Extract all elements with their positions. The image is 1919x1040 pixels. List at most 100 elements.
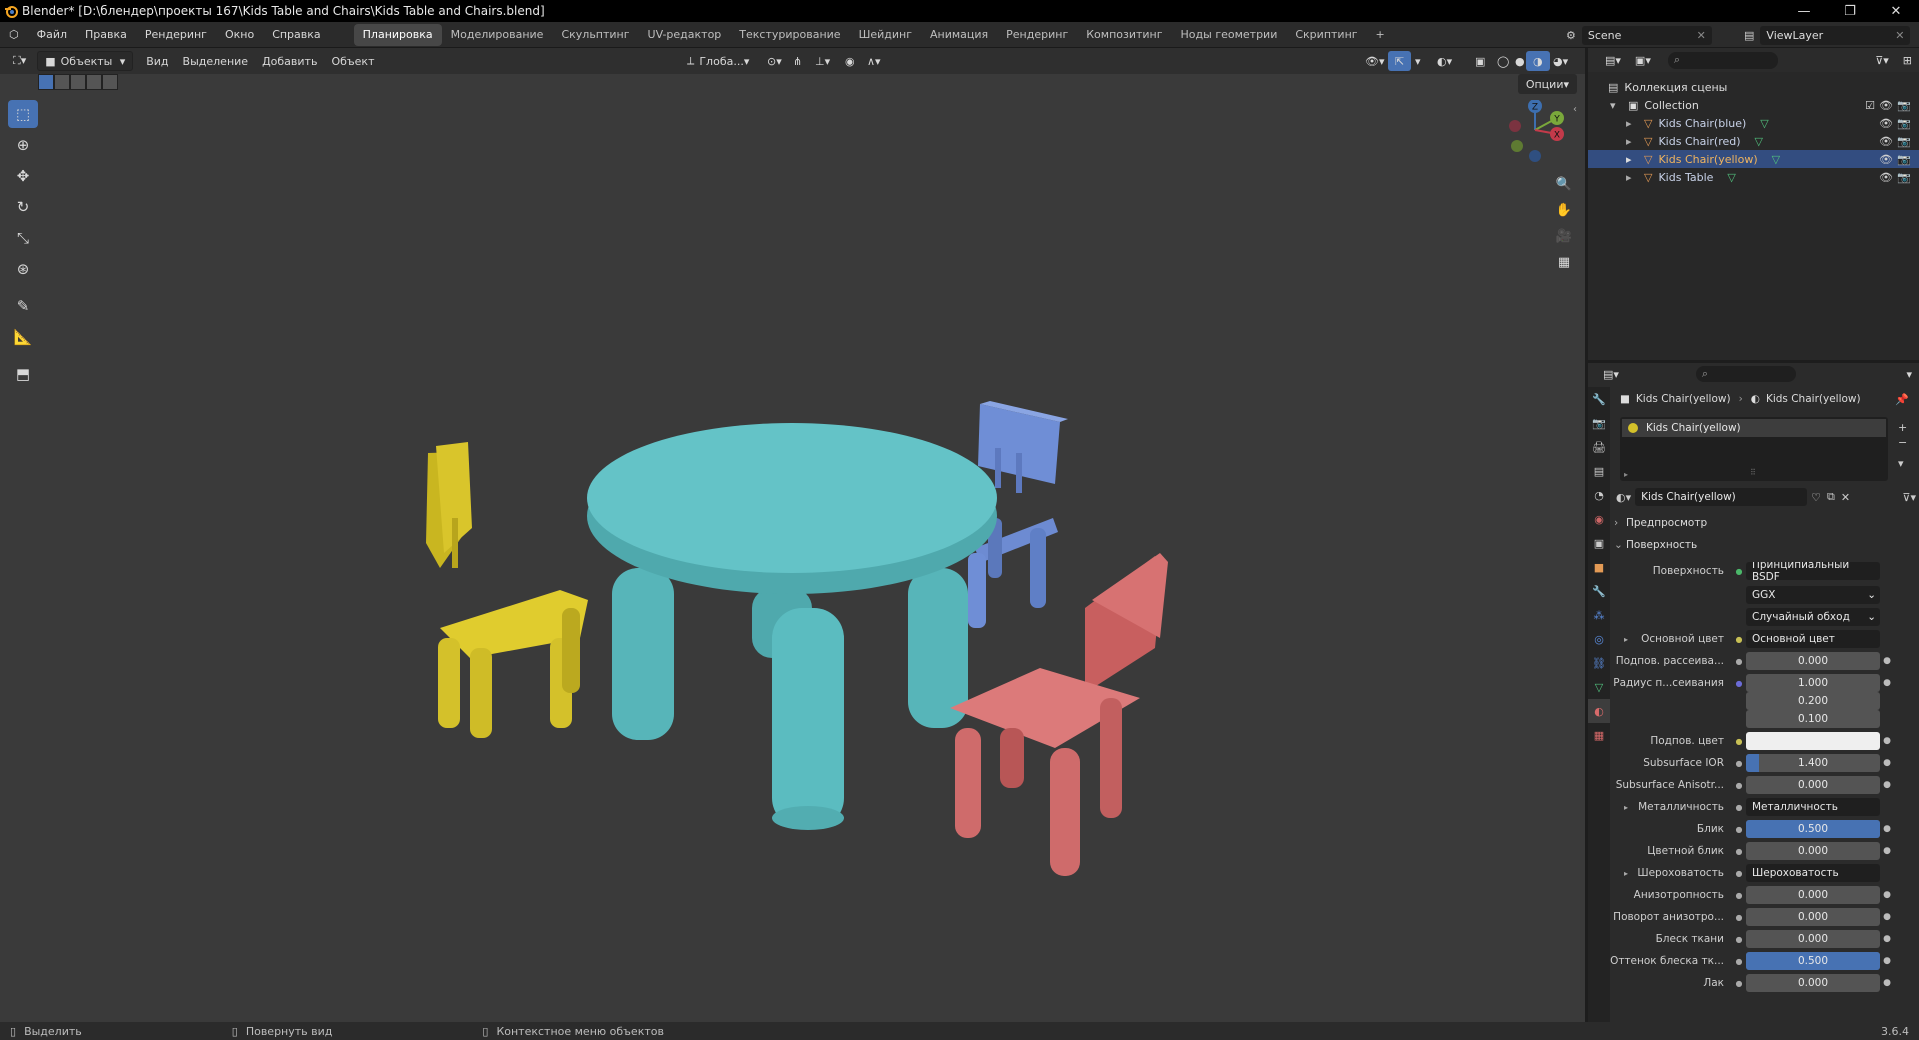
- properties-options-icon[interactable]: ▾: [1899, 364, 1919, 384]
- outliner-item[interactable]: ▸ ▽ Kids Chair(red) ▽ 👁 📷: [1588, 132, 1919, 150]
- mesh-data-icon[interactable]: ▽: [1760, 117, 1768, 130]
- material-tab-icon[interactable]: ◐: [1588, 699, 1610, 723]
- remove-slot-icon[interactable]: −: [1898, 436, 1907, 449]
- maximize-button[interactable]: ❐: [1827, 0, 1873, 22]
- outliner-editor-type-icon[interactable]: ▤▾: [1598, 50, 1628, 70]
- list-resize-handle[interactable]: ⠿: [1750, 468, 1756, 477]
- view-layer-tab-icon[interactable]: ▤: [1588, 459, 1610, 483]
- render-camera-icon[interactable]: 📷: [1897, 171, 1911, 184]
- particles-tab-icon[interactable]: ⁂: [1588, 603, 1610, 627]
- render-camera-icon[interactable]: 📷: [1897, 153, 1911, 166]
- visibility-eye-icon[interactable]: 👁: [1879, 135, 1893, 148]
- base-color-link-field[interactable]: Основной цвет: [1746, 630, 1880, 648]
- material-slot-item[interactable]: Kids Chair(yellow): [1622, 419, 1886, 437]
- pin-icon[interactable]: 📌: [1895, 393, 1909, 406]
- clearcoat-field[interactable]: 0.000: [1746, 974, 1880, 992]
- tab-scripting[interactable]: Скриптинг: [1286, 24, 1366, 46]
- expand-arrow-icon[interactable]: ▸: [1624, 803, 1628, 812]
- 3d-viewport[interactable]: ⛶▾ ■ Объекты ▾ Вид Выделение Добавить Объе…: [0, 48, 1585, 1022]
- scene-tab-icon[interactable]: ◔: [1588, 483, 1610, 507]
- distribution-dropdown[interactable]: GGX ⌄: [1746, 586, 1880, 604]
- expand-arrow-icon[interactable]: ▸: [1626, 117, 1638, 130]
- tab-modeling[interactable]: Моделирование: [442, 24, 553, 46]
- material-slot-list[interactable]: Kids Chair(yellow) ⠿ ▸: [1620, 417, 1888, 481]
- surface-shader-field[interactable]: Принципиальный BSDF: [1746, 562, 1880, 580]
- material-filter-icon[interactable]: ⊽▾: [1902, 491, 1916, 504]
- tab-uv-editing[interactable]: UV-редактор: [639, 24, 731, 46]
- exclude-checkbox[interactable]: ☑: [1865, 99, 1875, 112]
- data-tab-icon[interactable]: ▽: [1588, 675, 1610, 699]
- anisotropic-rotation-field[interactable]: 0.000: [1746, 908, 1880, 926]
- tab-sculpting[interactable]: Скульптинг: [552, 24, 638, 46]
- scene-selector[interactable]: ⚙ Scene ✕: [1566, 22, 1712, 48]
- render-camera-icon[interactable]: 📷: [1897, 117, 1911, 130]
- anisotropic-field[interactable]: 0.000: [1746, 886, 1880, 904]
- outliner-scene-collection[interactable]: ▤ Коллекция сцены: [1588, 78, 1919, 96]
- duplicate-material-icon[interactable]: ⧉: [1827, 490, 1835, 504]
- kids-chair-yellow[interactable]: [426, 442, 588, 738]
- render-camera-icon[interactable]: 📷: [1897, 135, 1911, 148]
- view-layer-name-field[interactable]: ViewLayer ✕: [1760, 25, 1911, 45]
- keyframe-dot-icon[interactable]: ●: [1880, 656, 1894, 666]
- tab-rendering[interactable]: Рендеринг: [997, 24, 1077, 46]
- output-tab-icon[interactable]: 🖨: [1588, 435, 1610, 459]
- subsurface-method-dropdown[interactable]: Случайный обход ⌄: [1746, 608, 1880, 626]
- menu-edit[interactable]: Правка: [76, 22, 136, 48]
- subsurface-field[interactable]: 0.000: [1746, 652, 1880, 670]
- mesh-data-icon[interactable]: ▽: [1755, 135, 1763, 148]
- menu-render[interactable]: Рендеринг: [136, 22, 216, 48]
- visibility-eye-icon[interactable]: 👁: [1879, 153, 1893, 166]
- outliner-collection[interactable]: ▾ ▣ Collection ☑ 👁 📷: [1588, 96, 1919, 114]
- keyframe-dot-icon[interactable]: ●: [1880, 978, 1894, 988]
- tool-tab-icon[interactable]: 🔧: [1588, 387, 1610, 411]
- unlink-material-icon[interactable]: ✕: [1841, 491, 1850, 504]
- scene-name-field[interactable]: Scene ✕: [1581, 25, 1712, 45]
- expand-arrow-icon[interactable]: ▸: [1624, 869, 1628, 878]
- keyframe-dot-icon[interactable]: ●: [1880, 934, 1894, 944]
- mesh-data-icon[interactable]: ▽: [1727, 171, 1735, 184]
- close-button[interactable]: ✕: [1873, 0, 1919, 22]
- metallic-link-field[interactable]: Металличность: [1746, 798, 1880, 816]
- visibility-eye-icon[interactable]: 👁: [1879, 171, 1893, 184]
- tab-shading[interactable]: Шейдинг: [850, 24, 921, 46]
- specular-field[interactable]: 0.500: [1746, 820, 1880, 838]
- kids-table[interactable]: [587, 423, 997, 830]
- subsurface-color-swatch[interactable]: [1746, 732, 1880, 750]
- panel-preview-header[interactable]: › Предпросмотр: [1614, 513, 1914, 533]
- tab-animation[interactable]: Анимация: [921, 24, 997, 46]
- keyframe-dot-icon[interactable]: ●: [1880, 758, 1894, 768]
- subsurface-ior-field[interactable]: 1.400: [1746, 754, 1880, 772]
- sheen-tint-field[interactable]: 0.500: [1746, 952, 1880, 970]
- collection-tab-icon[interactable]: ▣: [1588, 531, 1610, 555]
- menu-help[interactable]: Справка: [263, 22, 329, 48]
- tab-geometry-nodes[interactable]: Ноды геометрии: [1172, 24, 1287, 46]
- outliner-item[interactable]: ▸ ▽ Kids Table ▽ 👁 📷: [1588, 168, 1919, 186]
- properties-search-input[interactable]: ⌕: [1695, 366, 1796, 382]
- keyframe-dot-icon[interactable]: ●: [1880, 780, 1894, 790]
- display-mode-icon[interactable]: ▣▾: [1628, 50, 1658, 70]
- list-expand-arrow-icon[interactable]: ▸: [1624, 470, 1628, 479]
- expand-arrow-icon[interactable]: ▾: [1610, 99, 1622, 112]
- subsurface-radius-y-field[interactable]: 0.200: [1746, 692, 1880, 710]
- render-tab-icon[interactable]: 📷: [1588, 411, 1610, 435]
- object-tab-icon[interactable]: ■: [1588, 555, 1610, 579]
- outliner-item[interactable]: ▸ ▽ Kids Chair(blue) ▽ 👁 📷: [1588, 114, 1919, 132]
- keyframe-dot-icon[interactable]: ●: [1880, 890, 1894, 900]
- keyframe-dot-icon[interactable]: ●: [1880, 912, 1894, 922]
- visibility-eye-icon[interactable]: 👁: [1879, 99, 1893, 112]
- expand-arrow-icon[interactable]: ▸: [1626, 135, 1638, 148]
- keyframe-dot-icon[interactable]: ●: [1880, 678, 1894, 688]
- fake-user-icon[interactable]: ♡: [1811, 491, 1821, 504]
- keyframe-dot-icon[interactable]: ●: [1880, 824, 1894, 834]
- outliner-item-selected[interactable]: ▸ ▽ Kids Chair(yellow) ▽ 👁 📷: [1588, 150, 1919, 168]
- expand-arrow-icon[interactable]: ▸: [1626, 153, 1638, 166]
- render-camera-icon[interactable]: 📷: [1897, 99, 1911, 112]
- slot-menu-icon[interactable]: ▾: [1898, 457, 1907, 470]
- tab-compositing[interactable]: Композитинг: [1077, 24, 1171, 46]
- filter-icon[interactable]: ⊽▾: [1868, 50, 1896, 70]
- tab-layout[interactable]: Планировка: [353, 23, 442, 46]
- constraints-tab-icon[interactable]: ⛓: [1588, 651, 1610, 675]
- keyframe-dot-icon[interactable]: ●: [1880, 736, 1894, 746]
- menu-file[interactable]: Файл: [28, 22, 76, 48]
- blender-menu-icon[interactable]: ⬡: [0, 22, 28, 48]
